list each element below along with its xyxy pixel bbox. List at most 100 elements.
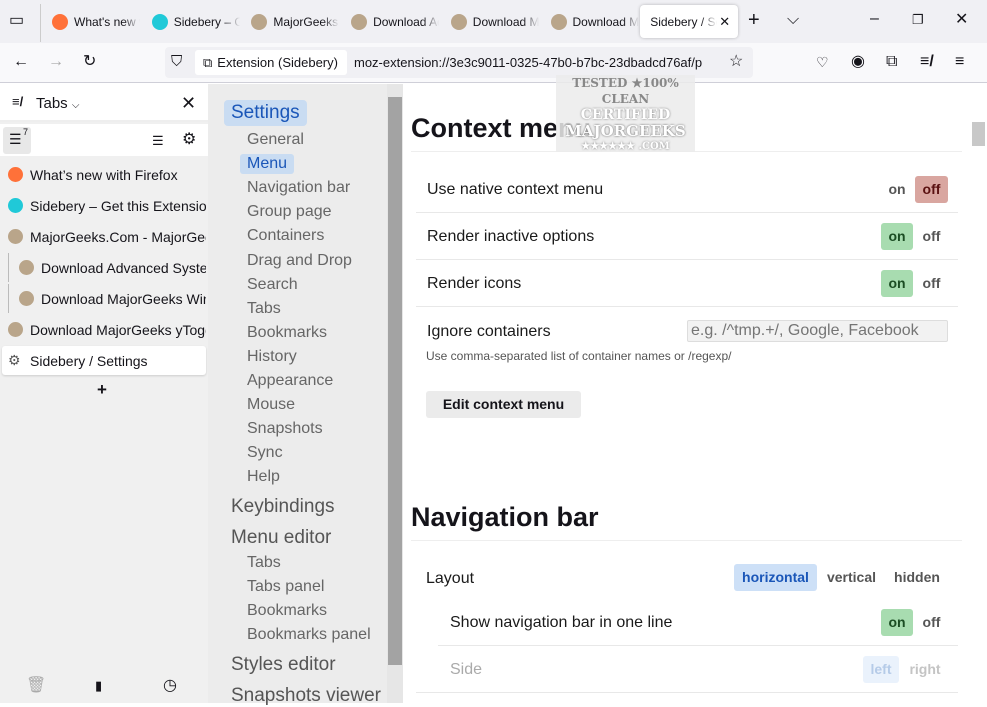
side-left-option[interactable]: left xyxy=(863,656,899,683)
nav-mouse[interactable]: Mouse xyxy=(247,396,295,414)
sidebar-tab-title: Sidebery – Get this Extension xyxy=(30,197,206,214)
icons-off-option[interactable]: off xyxy=(915,270,948,297)
extensions-icon[interactable]: ⧉ xyxy=(886,52,897,72)
sidebar-toolbar xyxy=(0,124,208,156)
shield-icon[interactable]: ⛉ xyxy=(171,52,182,72)
tab-title: MajorGeeks.Com xyxy=(273,14,339,29)
content-scrollbar[interactable] xyxy=(970,84,987,703)
extension-icon: ⧉ xyxy=(203,54,213,70)
url-text[interactable]: moz-extension://3e3c9011-0325-47b0-b7bc-… xyxy=(354,55,724,70)
nav-appearance[interactable]: Appearance xyxy=(247,372,333,390)
tabs-panel-button[interactable]: ☰ 7 xyxy=(3,127,31,154)
nav-menu-editor-tabs-panel[interactable]: Tabs panel xyxy=(247,578,324,596)
bookmark-star-icon[interactable]: ☆ xyxy=(729,52,743,72)
nav-help[interactable]: Help xyxy=(247,468,280,486)
render-icons-label: Render icons xyxy=(427,275,522,292)
scrollbar-thumb[interactable] xyxy=(972,122,985,146)
nav-search[interactable]: Search xyxy=(247,276,298,294)
divider xyxy=(40,4,41,42)
nav-keybindings[interactable]: Keybindings xyxy=(231,496,335,518)
sidebar-tab[interactable]: What’s new with Firefox xyxy=(2,160,206,189)
one-line-off-option[interactable]: off xyxy=(915,609,948,636)
browser-tab[interactable]: Download MajorGeeks yTog xyxy=(541,5,639,38)
layout-vertical-option[interactable]: vertical xyxy=(820,564,883,591)
browser-tab[interactable]: What's new with Firefox xyxy=(42,5,140,38)
inactive-on-option[interactable]: on xyxy=(881,223,913,250)
browser-tab[interactable]: Sidebery – Get this Extension xyxy=(142,5,240,38)
browser-tab[interactable]: Download Advanced SystemCare xyxy=(341,5,439,38)
browser-tab[interactable]: Sidebery / Settings✕ xyxy=(640,5,739,38)
scrollbar-thumb[interactable] xyxy=(388,97,402,665)
sidebar-tab[interactable]: MajorGeeks.Com - MajorGeeks xyxy=(2,222,206,251)
nav-scrollbar[interactable] xyxy=(387,84,403,703)
nav-settings[interactable]: Settings xyxy=(224,100,307,126)
minimize-icon[interactable]: – xyxy=(870,9,879,29)
divider xyxy=(411,540,962,541)
tab-title: Download Advanced SystemCare xyxy=(373,14,439,29)
ignore-containers-label: Ignore containers xyxy=(427,323,551,340)
sidebar-icon[interactable]: ≡/ xyxy=(920,52,934,72)
divider xyxy=(416,212,958,213)
nav-containers[interactable]: Containers xyxy=(247,227,324,245)
native-on-option[interactable]: on xyxy=(881,176,913,203)
close-sidebar-icon[interactable]: ✕ xyxy=(181,93,196,113)
back-icon[interactable]: ← xyxy=(13,52,29,72)
nav-snapshots-viewer[interactable]: Snapshots viewer xyxy=(231,685,381,707)
sidebar-tab-title: Download Advanced SystemCare xyxy=(41,259,206,276)
nav-history[interactable]: History xyxy=(247,348,297,366)
gear-icon[interactable]: ⚙ xyxy=(182,130,196,150)
one-line-on-option[interactable]: on xyxy=(881,609,913,636)
nav-menu-editor-bookmarks[interactable]: Bookmarks xyxy=(247,602,327,620)
one-line-label: Show navigation bar in one line xyxy=(450,614,673,631)
layout-horizontal-option[interactable]: horizontal xyxy=(734,564,817,591)
nav-bookmarks[interactable]: Bookmarks xyxy=(247,324,327,342)
nav-sync[interactable]: Sync xyxy=(247,444,283,462)
sidebar-tab[interactable]: ⚙ Sidebery / Settings xyxy=(2,346,206,375)
edit-context-menu-button[interactable]: Edit context menu xyxy=(426,391,581,418)
divider xyxy=(438,645,958,646)
nav-tabs[interactable]: Tabs xyxy=(247,300,281,318)
close-tab-icon[interactable]: ✕ xyxy=(719,14,730,30)
pocket-icon[interactable]: ♡ xyxy=(816,52,829,72)
nav-styles-editor[interactable]: Styles editor xyxy=(231,654,336,676)
identity-box[interactable]: ⧉ Extension (Sidebery) xyxy=(195,50,347,75)
browser-tab[interactable]: Download MajorGeeks xyxy=(441,5,539,38)
nav-drag-and-drop[interactable]: Drag and Drop xyxy=(247,252,352,270)
forward-icon[interactable]: → xyxy=(48,52,64,72)
new-tab-button[interactable]: + xyxy=(97,380,107,400)
icons-on-option[interactable]: on xyxy=(881,270,913,297)
menu-icon[interactable]: ≡ xyxy=(955,52,964,72)
native-off-option[interactable]: off xyxy=(915,176,948,203)
sidebar-tab-title: MajorGeeks.Com - MajorGeeks xyxy=(30,228,206,245)
nav-menu-editor[interactable]: Menu editor xyxy=(231,527,331,549)
side-right-option[interactable]: right xyxy=(903,656,947,683)
trash-icon[interactable]: 🗑 xyxy=(26,676,46,696)
nav-navigation-bar[interactable]: Navigation bar xyxy=(247,179,350,197)
new-tab-icon[interactable]: + xyxy=(748,10,760,30)
list-tabs-chevron-icon[interactable]: ⌵ xyxy=(787,10,799,30)
sidebar-tab[interactable]: Download MajorGeeks yToggle xyxy=(2,315,206,344)
sidebar-tab[interactable]: Download MajorGeeks Windows xyxy=(8,284,206,313)
nav-general[interactable]: General xyxy=(247,131,304,149)
bookmarks-icon[interactable]: ▮ xyxy=(95,676,102,696)
nav-menu-editor-tabs[interactable]: Tabs xyxy=(247,554,281,572)
browser-tab[interactable]: MajorGeeks.Com xyxy=(241,5,339,38)
ignore-containers-input[interactable] xyxy=(687,320,948,342)
panel-switcher[interactable]: Tabs ⌵ xyxy=(36,95,79,112)
tab-title: Download MajorGeeks yTog xyxy=(572,14,639,29)
nav-snapshots[interactable]: Snapshots xyxy=(247,420,323,438)
layout-hidden-option[interactable]: hidden xyxy=(887,564,947,591)
history-clock-icon[interactable]: ◷ xyxy=(163,676,177,696)
inactive-off-option[interactable]: off xyxy=(915,223,948,250)
nav-menu-editor-bookmarks-panel[interactable]: Bookmarks panel xyxy=(247,626,371,644)
reload-icon[interactable]: ↻ xyxy=(83,52,96,72)
nav-menu[interactable]: Menu xyxy=(240,154,295,175)
add-panel-icon[interactable]: ☰ xyxy=(152,131,164,151)
restore-icon[interactable]: ❐ xyxy=(912,10,924,30)
close-window-icon[interactable]: ✕ xyxy=(955,10,968,30)
sidebar-tab[interactable]: Download Advanced SystemCare xyxy=(8,253,206,282)
sidebar-tab[interactable]: Sidebery – Get this Extension xyxy=(2,191,206,220)
nav-group-page[interactable]: Group page xyxy=(247,203,332,221)
firefox-view-icon[interactable]: ▭ xyxy=(9,11,24,31)
account-icon[interactable]: ◉ xyxy=(851,52,865,72)
